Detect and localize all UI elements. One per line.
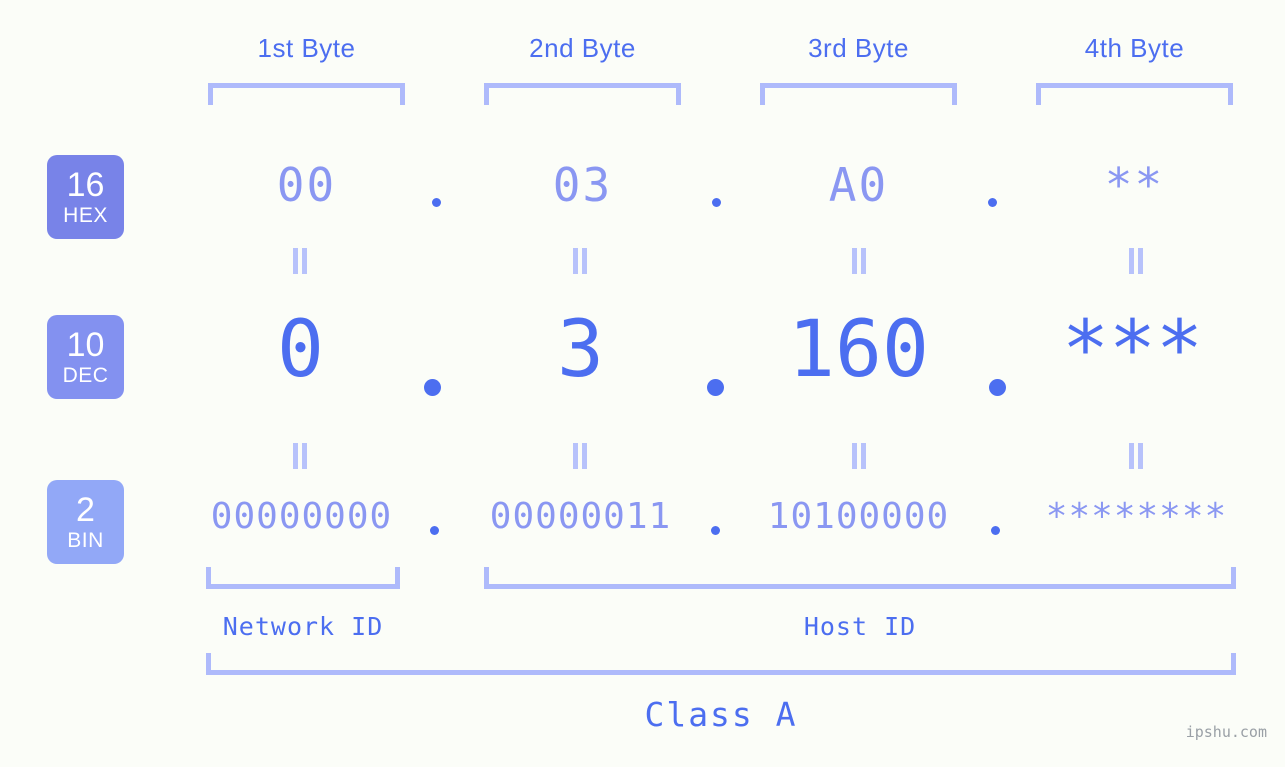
equals-connector-hex-dec-3 [851, 248, 867, 274]
dec-dot-separator-1 [424, 379, 441, 396]
class-label: Class A [644, 695, 798, 734]
site-watermark: ipshu.com [1185, 723, 1267, 741]
dec-value-byte-3: 160 [788, 305, 929, 395]
dec-value-byte-4: *** [1062, 305, 1203, 395]
base-badge-dec-label: DEC [62, 364, 109, 387]
base-badge-dec: 10 DEC [47, 315, 124, 399]
hex-dot-separator-2 [712, 198, 721, 207]
base-badge-bin-label: BIN [67, 529, 104, 552]
equals-connector-dec-bin-3 [851, 443, 867, 469]
network-id-bracket [206, 567, 400, 589]
base-badge-hex-number: 16 [66, 166, 105, 204]
dec-dot-separator-2 [707, 379, 724, 396]
base-badge-bin-number: 2 [76, 491, 95, 529]
equals-connector-dec-bin-1 [292, 443, 308, 469]
dec-dot-separator-3 [989, 379, 1006, 396]
byte-header-label-2: 2nd Byte [529, 33, 636, 63]
byte-header-label-3: 3rd Byte [808, 33, 909, 63]
hex-value-byte-2: 03 [552, 158, 613, 212]
byte-bracket-4 [1036, 83, 1233, 105]
equals-connector-hex-dec-2 [572, 248, 588, 274]
hex-value-byte-4: ** [1104, 158, 1165, 212]
network-id-label: Network ID [222, 612, 384, 641]
bin-dot-separator-3 [991, 526, 1000, 535]
byte-bracket-3 [760, 83, 957, 105]
equals-connector-hex-dec-4 [1128, 248, 1144, 274]
bin-value-byte-2: 00000011 [489, 496, 672, 537]
class-bracket [206, 653, 1236, 675]
base-badge-hex: 16 HEX [47, 155, 124, 239]
equals-connector-dec-bin-2 [572, 443, 588, 469]
bin-dot-separator-2 [711, 526, 720, 535]
bin-value-byte-3: 10100000 [767, 496, 950, 537]
base-badge-dec-number: 10 [66, 326, 105, 364]
bin-value-byte-4: ******** [1045, 496, 1228, 537]
bin-dot-separator-1 [430, 526, 439, 535]
host-id-label: Host ID [803, 612, 917, 641]
dec-value-byte-2: 3 [557, 305, 604, 395]
byte-header-label-1: 1st Byte [257, 33, 356, 63]
hex-value-byte-3: A0 [828, 158, 889, 212]
host-id-bracket [484, 567, 1236, 589]
dec-value-byte-1: 0 [277, 305, 324, 395]
equals-connector-hex-dec-1 [292, 248, 308, 274]
base-badge-hex-label: HEX [63, 204, 108, 227]
byte-bracket-2 [484, 83, 681, 105]
byte-bracket-1 [208, 83, 405, 105]
bin-value-byte-1: 00000000 [210, 496, 393, 537]
byte-header-label-4: 4th Byte [1084, 33, 1185, 63]
hex-dot-separator-3 [988, 198, 997, 207]
equals-connector-dec-bin-4 [1128, 443, 1144, 469]
hex-dot-separator-1 [432, 198, 441, 207]
hex-value-byte-1: 00 [276, 158, 337, 212]
base-badge-bin: 2 BIN [47, 480, 124, 564]
ip-address-breakdown-diagram: 1st Byte 2nd Byte 3rd Byte 4th Byte 16 H… [0, 0, 1285, 767]
